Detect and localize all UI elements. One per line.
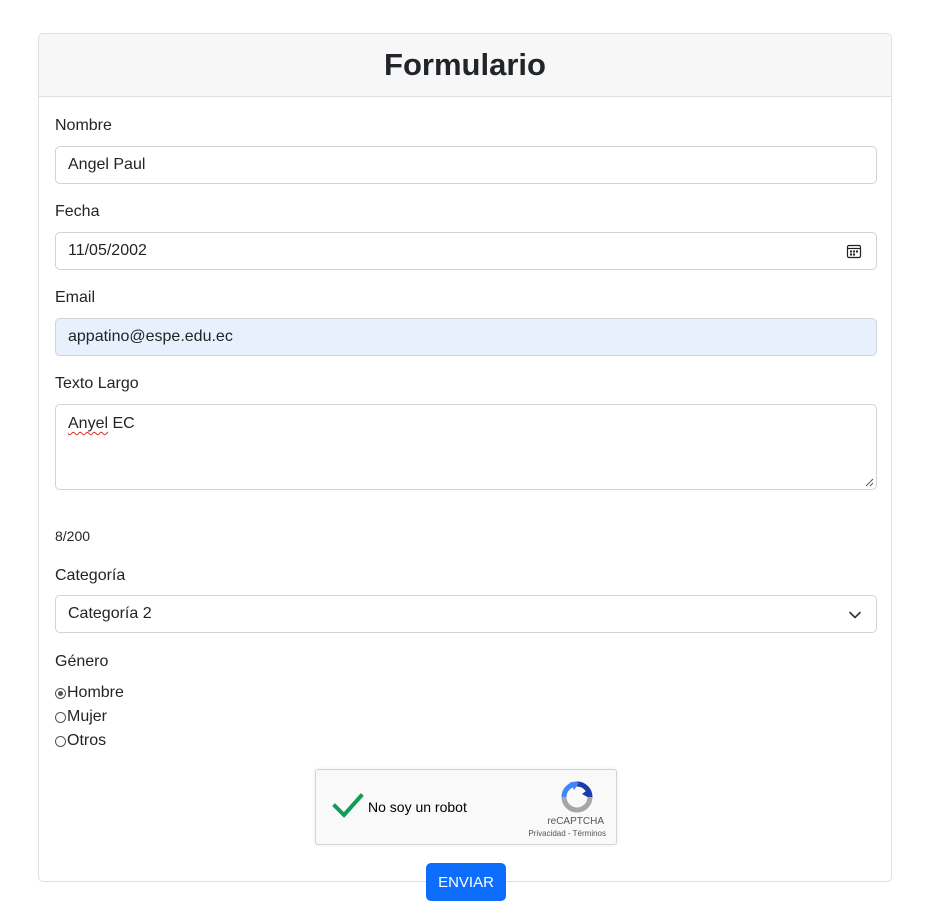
texto-largo-value: Anyel EC: [68, 415, 135, 433]
recaptcha-brand: reCAPTCHA: [547, 816, 604, 827]
radio-otros[interactable]: Otros: [55, 730, 106, 752]
page-title: Formulario: [384, 47, 546, 82]
radio-button[interactable]: [55, 711, 66, 723]
radio-label: Hombre: [67, 684, 124, 701]
card-header: Formulario: [39, 34, 891, 97]
radio-label: Mujer: [67, 708, 108, 725]
categoria-selected: Categoría 2: [68, 605, 152, 622]
misspelled-word: Anyel: [68, 415, 109, 432]
char-counter: 8/200: [55, 528, 91, 544]
recaptcha-widget: No soy un robot reCAPTCHA Privacidad - T…: [315, 769, 617, 845]
radio-button[interactable]: [55, 687, 66, 699]
fecha-label: Fecha: [55, 203, 100, 220]
submit-button[interactable]: ENVIAR: [426, 863, 506, 901]
radio-label: Otros: [67, 732, 107, 749]
fecha-input[interactable]: 11/05/2002: [55, 232, 877, 270]
form-card: Formulario Nombre Angel Paul Fecha 11/05…: [38, 33, 892, 901]
calendar-icon[interactable]: [846, 243, 862, 259]
recaptcha-logo-icon: [561, 781, 593, 813]
email-label: Email: [55, 289, 96, 306]
radio-hombre[interactable]: Hombre: [55, 682, 124, 704]
resize-handle-icon[interactable]: [864, 477, 874, 487]
categoria-select[interactable]: Categoría 2: [55, 595, 877, 633]
checkmark-icon[interactable]: [332, 792, 364, 820]
email-input[interactable]: appatino@espe.edu.ec: [55, 318, 877, 356]
texto-largo-rest: EC: [108, 415, 135, 432]
fecha-value: 11/05/2002: [68, 242, 147, 259]
radio-mujer[interactable]: Mujer: [55, 706, 107, 728]
radio-button[interactable]: [55, 735, 66, 747]
nombre-label: Nombre: [55, 117, 112, 134]
categoria-label: Categoría: [55, 567, 126, 584]
nombre-input[interactable]: Angel Paul: [55, 146, 877, 184]
email-value: appatino@espe.edu.ec: [68, 328, 233, 345]
recaptcha-text: No soy un robot: [368, 799, 467, 815]
genero-label: Género: [55, 653, 109, 670]
texto-largo-label: Texto Largo: [55, 375, 139, 392]
chevron-down-icon: [849, 611, 861, 619]
texto-largo-textarea[interactable]: Anyel EC: [55, 404, 877, 490]
nombre-value: Angel Paul: [68, 156, 146, 173]
recaptcha-links[interactable]: Privacidad - Términos: [528, 829, 606, 838]
